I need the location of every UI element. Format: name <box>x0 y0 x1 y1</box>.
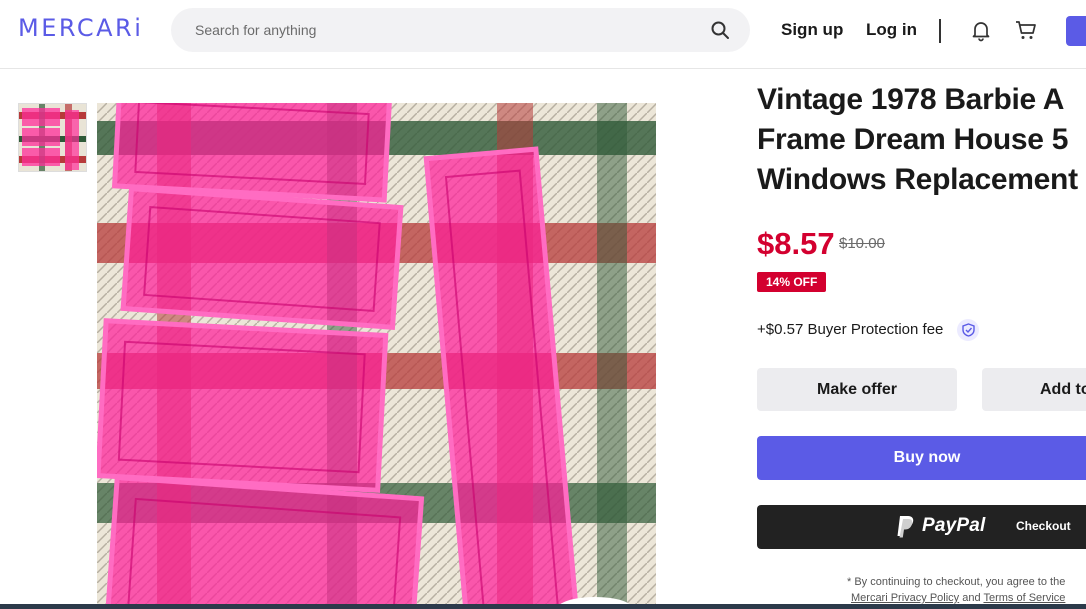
make-offer-button[interactable]: Make offer <box>757 368 957 411</box>
search-input[interactable] <box>195 8 695 52</box>
thumbnail-image <box>19 104 86 171</box>
search-icon[interactable] <box>710 20 730 40</box>
mercari-logo[interactable]: MERCARi <box>18 14 143 42</box>
bottom-bar <box>0 604 1086 609</box>
product-title: Vintage 1978 Barbie A Frame Dream House … <box>757 83 1078 196</box>
current-price: $8.57 <box>757 226 835 261</box>
discount-badge: 14% OFF <box>757 272 827 292</box>
paypal-checkout-label: Checkout <box>1016 519 1071 533</box>
buyer-protection-fee: +$0.57 Buyer Protection fee <box>757 321 944 338</box>
paypal-brand-text: PayPal <box>922 515 986 536</box>
header-divider <box>939 19 941 43</box>
main-image-graphic <box>97 103 656 609</box>
cart-icon[interactable] <box>1014 18 1038 42</box>
disclaimer-and: and <box>959 592 984 604</box>
buy-now-button[interactable]: Buy now <box>757 436 1086 480</box>
bell-icon[interactable] <box>969 18 993 42</box>
shield-icon[interactable] <box>957 319 979 341</box>
checkout-disclaimer: * By continuing to checkout, you agree t… <box>847 574 1086 606</box>
log-in-link[interactable]: Log in <box>866 20 917 40</box>
sign-up-link[interactable]: Sign up <box>781 20 843 40</box>
disclaimer-text: * By continuing to checkout, you agree t… <box>847 576 1066 588</box>
add-to-cart-button[interactable]: Add to <box>982 368 1086 411</box>
sell-button[interactable] <box>1066 16 1086 46</box>
search-bar[interactable] <box>171 8 750 52</box>
paypal-logo-icon <box>897 516 914 538</box>
terms-of-service-link[interactable]: Terms of Service <box>983 592 1065 604</box>
paypal-checkout-button[interactable]: PayPal Checkout <box>757 505 1086 549</box>
privacy-policy-link[interactable]: Mercari Privacy Policy <box>851 592 959 604</box>
product-thumbnail[interactable] <box>18 103 87 172</box>
original-price: $10.00 <box>839 235 885 252</box>
product-main-image[interactable] <box>97 103 656 609</box>
site-header: MERCARi Sign up Log in <box>0 0 1086 69</box>
